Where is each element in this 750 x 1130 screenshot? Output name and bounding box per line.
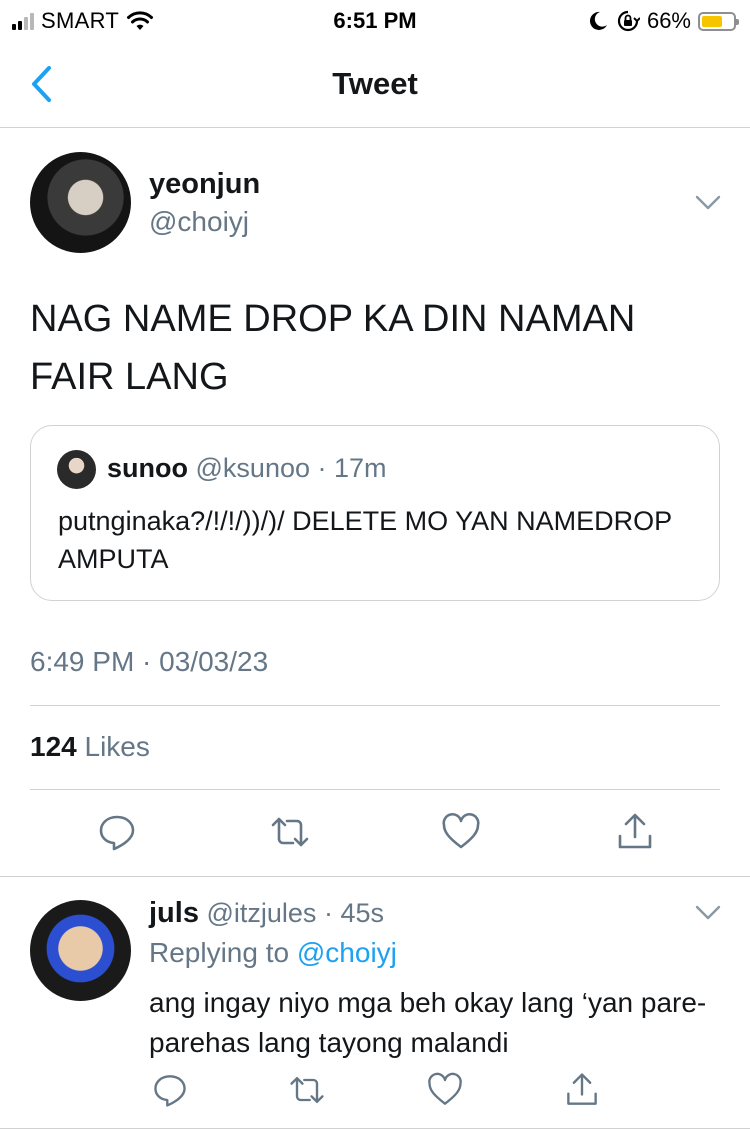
share-icon — [618, 813, 652, 849]
avatar[interactable] — [30, 152, 131, 253]
like-button[interactable] — [425, 1070, 465, 1110]
replying-mention-link[interactable]: @choiyj — [297, 937, 397, 968]
reply-icon — [154, 1075, 186, 1107]
status-bar: SMART 6:51 PM 66% — [0, 0, 750, 40]
chevron-down-icon[interactable] — [694, 194, 722, 212]
status-right: 66% — [587, 8, 739, 34]
quoted-avatar — [57, 450, 96, 489]
author-handle[interactable]: @choiyj — [149, 206, 249, 238]
reply-header: juls @itzjules · 45s — [149, 897, 384, 930]
reply-icon — [99, 815, 135, 851]
retweet-button[interactable] — [287, 1070, 327, 1110]
share-icon — [567, 1073, 597, 1105]
reply-avatar[interactable] — [30, 900, 131, 1001]
retweet-icon — [290, 1077, 324, 1103]
reply-button[interactable] — [150, 1070, 190, 1110]
likes-summary[interactable]: 124 Likes — [30, 731, 150, 763]
retweet-button[interactable] — [268, 810, 312, 854]
rotation-lock-icon — [617, 10, 640, 32]
reply-age: 45s — [340, 898, 384, 928]
tweet-timestamp: 6:49 PM · 03/03/23 — [30, 646, 269, 677]
tweet-text: NAG NAME DROP KA DIN NAMAN FAIR LANG — [30, 298, 636, 398]
battery-fill — [702, 15, 722, 27]
quoted-separator: · — [310, 453, 334, 483]
author-display-name[interactable]: yeonjun — [149, 168, 260, 201]
chevron-down-icon[interactable] — [694, 904, 722, 922]
reply-handle[interactable]: @itzjules — [206, 898, 316, 928]
likes-count: 124 — [30, 731, 77, 762]
nav-bar: Tweet — [0, 40, 750, 128]
divider — [0, 876, 750, 877]
battery-percent: 66% — [646, 8, 691, 33]
quoted-tweet[interactable]: sunoo @ksunoo · 17m putnginaka?/!/!/))/)… — [30, 425, 720, 601]
replying-prefix: Replying to — [149, 937, 290, 968]
quoted-header: sunoo @ksunoo · 17m — [107, 453, 387, 484]
reply-button[interactable] — [95, 810, 139, 854]
like-button[interactable] — [439, 810, 483, 854]
replying-to: Replying to @choiyj — [149, 937, 397, 969]
page-title: Tweet — [332, 66, 418, 101]
share-button[interactable] — [562, 1070, 602, 1110]
share-button[interactable] — [613, 810, 657, 854]
divider — [30, 705, 720, 706]
like-icon — [428, 1072, 462, 1105]
battery-icon — [698, 11, 739, 31]
divider — [0, 1128, 750, 1129]
likes-label: Likes — [84, 731, 150, 762]
moon-icon — [589, 11, 607, 30]
quoted-text: putnginaka?/!/!/))/)/ DELETE MO YAN NAME… — [58, 506, 672, 574]
reply-text: ang ingay niyo mga beh okay lang ‘yan pa… — [149, 987, 707, 1058]
reply-display-name[interactable]: juls — [149, 897, 199, 929]
quoted-age: 17m — [334, 453, 387, 483]
reply-separator: · — [316, 898, 341, 928]
quoted-display-name: sunoo — [107, 453, 188, 483]
divider — [30, 789, 720, 790]
retweet-icon — [271, 817, 309, 847]
quoted-handle: @ksunoo — [195, 453, 310, 483]
like-icon — [442, 812, 480, 849]
